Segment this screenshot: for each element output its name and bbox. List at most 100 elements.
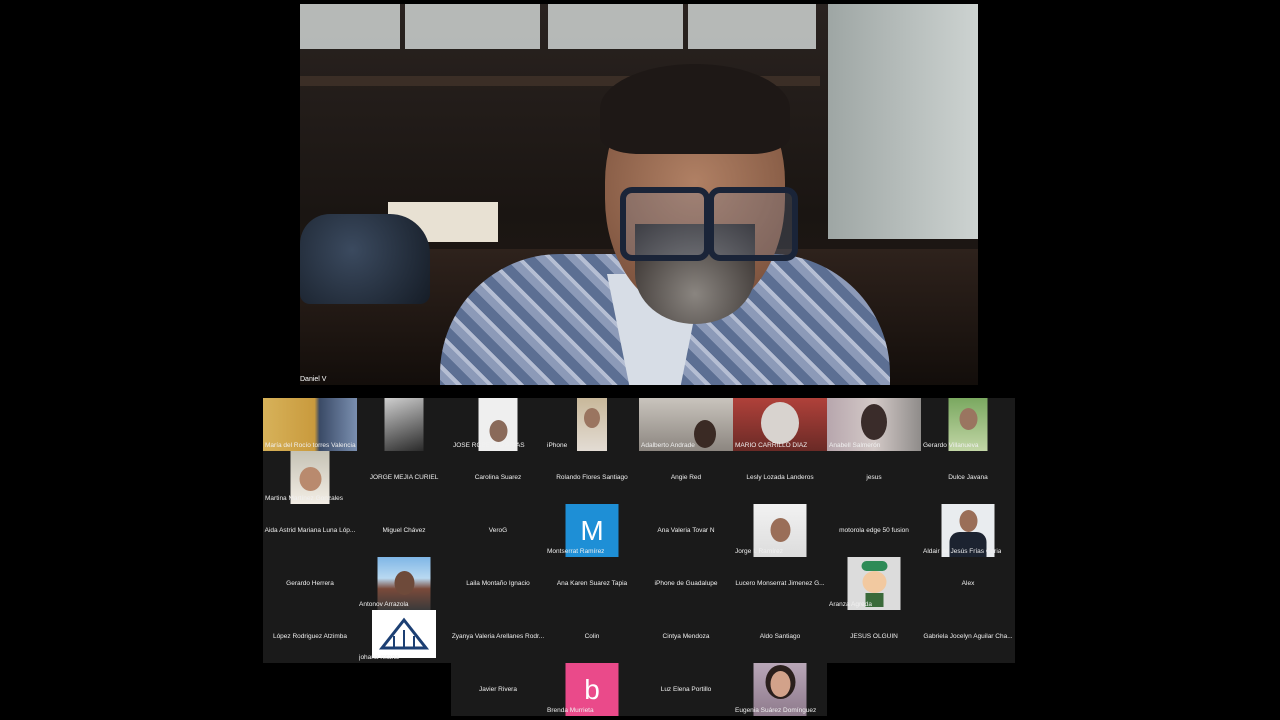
participant-name: Luz Elena Portillo <box>660 686 712 693</box>
participant-name: Brenda Murrieta <box>547 707 594 714</box>
participant-name: María del Rocío torres Valencia <box>265 442 356 449</box>
participant-name: Colin <box>584 633 600 640</box>
glasses-lens <box>708 187 798 261</box>
participant-tile[interactable]: Alex <box>921 557 1015 610</box>
participant-tile[interactable]: Zyanya Valeria Arellanes Rodr... <box>451 610 545 663</box>
speaker-hair <box>600 64 790 154</box>
participant-tile[interactable]: Lesly Lozada Landeros <box>733 451 827 504</box>
participant-tile[interactable]: López Rodriguez Atzimba <box>263 610 357 663</box>
participant-tile[interactable]: Cintya Mendoza <box>639 610 733 663</box>
participant-face <box>394 571 414 595</box>
participant-tile[interactable]: Laila Montaño Ignacio <box>451 557 545 610</box>
participant-tile[interactable]: Luz Elena Portillo <box>639 663 733 716</box>
participant-tile[interactable]: María del Rocío torres Valencia <box>263 398 357 451</box>
participant-face <box>693 420 716 448</box>
participant-face <box>489 420 507 442</box>
participant-tile[interactable]: Miguel Chávez <box>357 504 451 557</box>
school-logo-icon <box>378 617 430 650</box>
participant-name: Eugenia Suárez Domínguez <box>735 707 817 714</box>
participant-tile[interactable]: Javier Rivera <box>451 663 545 716</box>
participant-name: Gerardo Villanueva <box>923 442 979 449</box>
participant-name: VeroG <box>488 527 508 534</box>
participant-tile[interactable]: Rolando Flores Santiago <box>545 451 639 504</box>
participant-tile[interactable]: iPhone <box>545 398 639 451</box>
cabinet-door <box>828 4 978 239</box>
participant-name: Ana Valeria Tovar N <box>657 527 715 534</box>
participant-tile[interactable]: Gabriela Jocelyn Aguilar Cha... <box>921 610 1015 663</box>
participant-tile[interactable]: Jorge I. Ramírez <box>733 504 827 557</box>
cabinet-panel <box>405 4 540 49</box>
participant-face <box>299 467 321 491</box>
participant-name: Javier Rivera <box>479 686 517 693</box>
backpack <box>300 214 430 304</box>
participant-tile[interactable]: JORGE MEJIA CURIEL <box>357 451 451 504</box>
participant-tile[interactable]: Eugenia Suárez Domínguez <box>733 663 827 716</box>
participant-tile[interactable]: Lucero Monserrat Jimenez G... <box>733 557 827 610</box>
participant-name: Aida Astrid Mariana Luna Lóp... <box>264 527 356 534</box>
participant-tile[interactable]: Anabell Salmerón <box>827 398 921 451</box>
participant-tile[interactable]: Aida Astrid Mariana Luna Lóp... <box>263 504 357 557</box>
participant-name: Lucero Monserrat Jimenez G... <box>735 580 825 587</box>
participant-name: Laila Montaño Ignacio <box>466 580 530 587</box>
participant-name: Zyanya Valeria Arellanes Rodr... <box>451 633 545 640</box>
participant-tile[interactable] <box>357 398 451 451</box>
participant-tile[interactable]: Adalberto Andrade <box>639 398 733 451</box>
participant-tile[interactable]: Ana Karen Suarez Tapia <box>545 557 639 610</box>
participant-video <box>372 610 436 658</box>
participant-face <box>959 510 977 532</box>
participant-name: Lesly Lozada Landeros <box>746 474 814 481</box>
participant-tile[interactable]: Antonov Arrazola <box>357 557 451 610</box>
cartoon-hat <box>861 561 887 571</box>
participant-gallery-row: Javier Rivera b Brenda Murrieta Luz Elen… <box>451 663 827 716</box>
participant-tile[interactable]: jesus <box>827 451 921 504</box>
participant-name: Gerardo Herrera <box>286 580 334 587</box>
participant-name: Dulce Javana <box>948 474 988 481</box>
participant-name: López Rodriguez Atzimba <box>272 633 348 640</box>
cabinet-panel <box>688 4 816 49</box>
cabinet-panel <box>300 4 400 49</box>
participant-name: iPhone <box>547 442 568 449</box>
participant-name: motorola edge 50 fusion <box>839 527 909 534</box>
participant-tile[interactable]: JOSE ROBERTO ARIAS <box>451 398 545 451</box>
participant-tile[interactable]: Gerardo Herrera <box>263 557 357 610</box>
participant-tile[interactable]: JESUS OLGUIN <box>827 610 921 663</box>
participant-name: Jorge I. Ramírez <box>735 548 784 555</box>
participant-name: Aldair de Jesús Frías Coria <box>923 548 1002 555</box>
participant-name: Anabell Salmerón <box>829 442 881 449</box>
participant-name: Cintya Mendoza <box>662 633 710 640</box>
participant-tile[interactable]: Aldair de Jesús Frías Coria <box>921 504 1015 557</box>
participant-tile[interactable]: Angie Red <box>639 451 733 504</box>
participant-tile[interactable]: Gerardo Villanueva <box>921 398 1015 451</box>
participant-name: JESUS OLGUIN <box>850 633 898 640</box>
participant-name: Rolando Flores Santiago <box>556 474 628 481</box>
participant-name: MARIO CARRILLO DÍAZ <box>735 442 808 449</box>
participant-name: Gabriela Jocelyn Aguilar Cha... <box>923 633 1013 640</box>
participant-tile[interactable]: motorola edge 50 fusion <box>827 504 921 557</box>
participant-tile[interactable]: Ana Valeria Tovar N <box>639 504 733 557</box>
participant-tile[interactable]: Colin <box>545 610 639 663</box>
participant-name: Antonov Arrazola <box>359 601 409 608</box>
participant-tile[interactable]: iPhone de Guadalupe <box>639 557 733 610</box>
speaker-video[interactable] <box>300 4 978 385</box>
participant-name: JORGE MEJIA CURIEL <box>369 474 439 481</box>
participant-tile[interactable]: VeroG <box>451 504 545 557</box>
participant-tile[interactable]: M Montserrat Ramírez <box>545 504 639 557</box>
participant-name: Aldo Santiago <box>759 633 801 640</box>
participant-face <box>584 408 600 428</box>
participant-name: Carolina Suarez <box>474 474 522 481</box>
participant-tile[interactable]: Carolina Suarez <box>451 451 545 504</box>
participant-face <box>770 518 790 542</box>
participant-name: Alex <box>961 580 975 587</box>
participant-name: johana retana <box>359 654 399 661</box>
participant-tile[interactable]: Aldo Santiago <box>733 610 827 663</box>
participant-tile[interactable]: johana retana <box>357 610 451 663</box>
participant-tile[interactable]: Aranza Agreda <box>827 557 921 610</box>
participant-name: Aranza Agreda <box>829 601 873 608</box>
participant-tile[interactable]: Dulce Javana <box>921 451 1015 504</box>
participant-name: Ana Karen Suarez Tapia <box>556 580 628 587</box>
participant-tile[interactable]: b Brenda Murrieta <box>545 663 639 716</box>
speaker-name: Daniel V <box>300 376 327 383</box>
participant-tile[interactable]: MARIO CARRILLO DÍAZ <box>733 398 827 451</box>
participant-tile[interactable]: Martina Martínez Gonzales <box>263 451 357 504</box>
participant-name: Montserrat Ramírez <box>547 548 605 555</box>
